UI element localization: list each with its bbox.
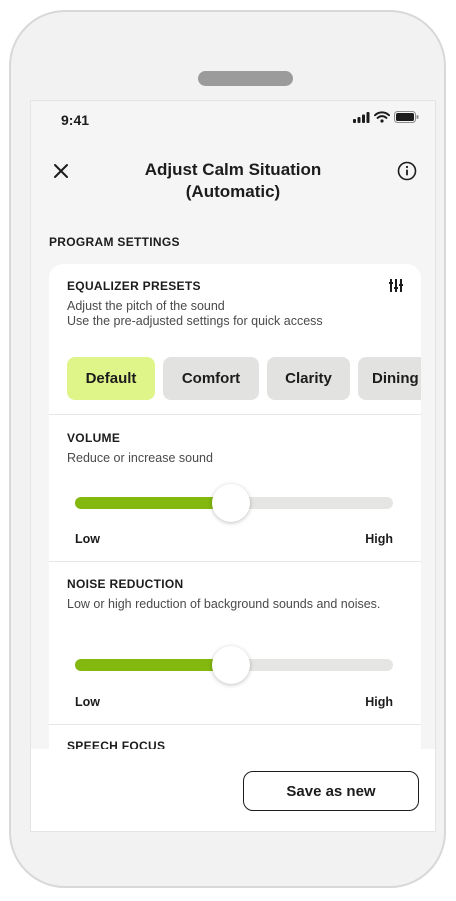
section-title-program-settings: PROGRAM SETTINGS [49, 235, 180, 249]
settings-card: EQUALIZER PRESETS Adjust the pitch of th… [49, 264, 421, 784]
divider [49, 724, 421, 725]
page-title: Adjust Calm Situation (Automatic) [101, 159, 365, 203]
volume-slider-fill [75, 497, 231, 509]
save-as-new-button[interactable]: Save as new [243, 771, 419, 811]
volume-slider-thumb[interactable] [211, 484, 250, 522]
close-button[interactable] [49, 159, 73, 183]
equalizer-icon [389, 279, 403, 292]
noise-reduction-slider[interactable] [75, 646, 393, 684]
preset-chip-comfort[interactable]: Comfort [163, 357, 259, 400]
equalizer-description: Adjust the pitch of the sound Use the pr… [67, 299, 403, 329]
preset-chip-clarity[interactable]: Clarity [267, 357, 350, 400]
equalizer-settings-button[interactable] [389, 279, 403, 297]
volume-description: Reduce or increase sound [67, 451, 213, 465]
equalizer-section: EQUALIZER PRESETS Adjust the pitch of th… [49, 279, 421, 329]
divider [49, 414, 421, 415]
status-icons [353, 111, 419, 123]
volume-title: VOLUME [67, 431, 121, 445]
app-screen: 9:41 Adjust Calm Situation (Automatic) P… [30, 100, 436, 832]
noise-reduction-section: NOISE REDUCTION Low or high reduction of… [49, 577, 421, 612]
phone-speaker [198, 71, 293, 86]
info-icon [397, 161, 417, 181]
noise-reduction-description: Low or high reduction of background soun… [67, 597, 381, 611]
noise-reduction-slider-fill [75, 659, 231, 671]
close-icon [54, 164, 68, 178]
volume-slider-labels: Low High [75, 532, 393, 546]
preset-chip-dining[interactable]: Dining [358, 357, 421, 400]
page-title-line2: (Automatic) [185, 182, 281, 201]
noise-reduction-slider-labels: Low High [75, 695, 393, 709]
equalizer-presets: Default Comfort Clarity Dining [67, 357, 421, 400]
volume-low-label: Low [75, 532, 100, 546]
volume-high-label: High [365, 532, 393, 546]
noise-reduction-low-label: Low [75, 695, 100, 709]
preset-chip-default[interactable]: Default [67, 357, 155, 400]
status-time: 9:41 [61, 112, 90, 128]
footer: Save as new [31, 749, 435, 831]
status-bar: 9:41 [31, 101, 435, 141]
wifi-icon [374, 111, 390, 123]
info-button[interactable] [395, 159, 419, 183]
battery-icon [394, 111, 419, 123]
noise-reduction-high-label: High [365, 695, 393, 709]
equalizer-desc-line1: Adjust the pitch of the sound [67, 299, 225, 313]
equalizer-title: EQUALIZER PRESETS [67, 279, 201, 293]
volume-section: VOLUME Reduce or increase sound [49, 431, 421, 466]
header: Adjust Calm Situation (Automatic) [31, 151, 435, 211]
page-title-line1: Adjust Calm Situation [144, 160, 322, 179]
noise-reduction-slider-thumb[interactable] [211, 646, 250, 684]
signal-icon [353, 111, 370, 123]
noise-reduction-title: NOISE REDUCTION [67, 577, 184, 591]
equalizer-desc-line2: Use the pre-adjusted settings for quick … [67, 314, 323, 328]
volume-slider[interactable] [75, 484, 393, 522]
divider [49, 561, 421, 562]
